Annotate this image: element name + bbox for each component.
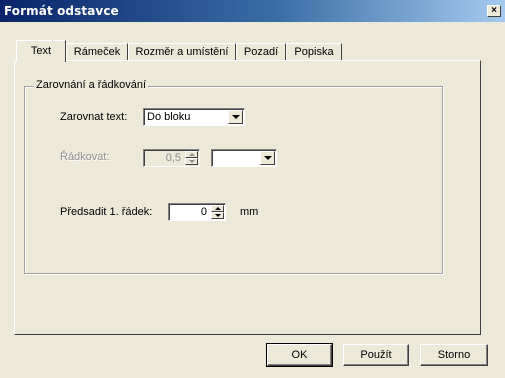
- spacing-spin-arrows[interactable]: [185, 151, 198, 165]
- spin-down-icon[interactable]: [185, 158, 198, 165]
- chevron-down-icon[interactable]: [260, 151, 275, 165]
- spacing-spinner[interactable]: 0,5: [143, 149, 200, 167]
- tab-rozmer-label: Rozměr a umístění: [135, 46, 229, 58]
- tab-text[interactable]: Text: [16, 40, 66, 62]
- tab-rozmer[interactable]: Rozměr a umístění: [128, 43, 236, 61]
- spin-up-icon[interactable]: [211, 205, 224, 212]
- apply-button[interactable]: Použít: [343, 344, 409, 366]
- tab-ramecek-label: Rámeček: [73, 46, 121, 58]
- spin-up-icon[interactable]: [185, 151, 198, 158]
- indent-spinner[interactable]: 0: [168, 203, 226, 221]
- tab-pozadi-label: Pozadí: [243, 46, 279, 58]
- spacing-label: Řádkovat:: [60, 151, 110, 163]
- tab-popiska-label: Popiska: [294, 46, 334, 58]
- align-select-value: Do bloku: [147, 111, 191, 123]
- close-icon: ×: [491, 5, 497, 16]
- indent-label: Předsadit 1. řádek:: [60, 206, 153, 218]
- tab-ramecek[interactable]: Rámeček: [66, 43, 128, 61]
- ok-button[interactable]: OK: [266, 343, 333, 367]
- spacing-unit-select[interactable]: [211, 149, 277, 167]
- tab-text-label: Text: [30, 45, 52, 57]
- window-title: Formát odstavce: [4, 4, 119, 18]
- align-select[interactable]: Do bloku: [143, 108, 245, 126]
- cancel-button[interactable]: Storno: [420, 344, 488, 366]
- indent-spin-arrows[interactable]: [211, 205, 224, 219]
- indent-value: 0: [200, 206, 207, 218]
- title-bar: Formát odstavce ×: [0, 0, 505, 22]
- close-button[interactable]: ×: [487, 5, 501, 17]
- spin-down-icon[interactable]: [211, 212, 224, 219]
- align-label: Zarovnat text:: [60, 111, 128, 123]
- tab-popiska[interactable]: Popiska: [286, 43, 342, 61]
- spacing-value: 0,5: [165, 152, 181, 164]
- group-title: Zarovnání a řádkování: [34, 79, 149, 91]
- indent-unit: mm: [240, 206, 259, 218]
- chevron-down-icon[interactable]: [228, 110, 243, 124]
- tab-pozadi[interactable]: Pozadí: [236, 43, 286, 61]
